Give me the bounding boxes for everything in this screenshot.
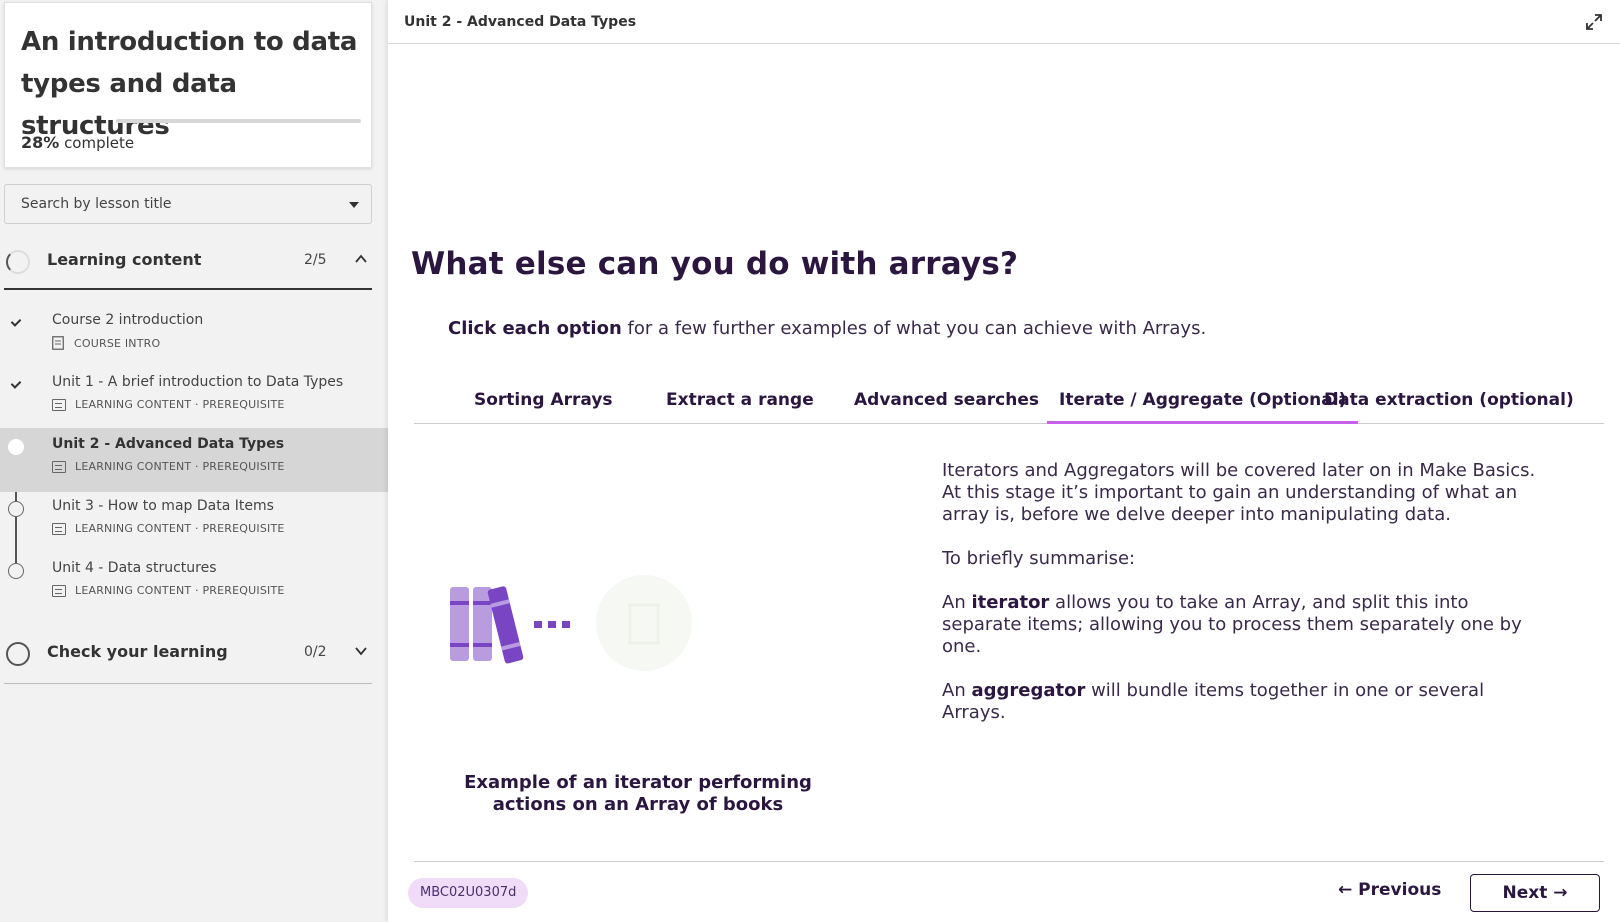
document-icon xyxy=(52,336,64,350)
tab-data-extraction[interactable]: Data extraction (optional) xyxy=(1324,390,1574,424)
tab-iterate-aggregate[interactable]: Iterate / Aggregate (Optional) xyxy=(1047,390,1359,424)
lesson-meta-text: LEARNING CONTENT · PREREQUISITE xyxy=(75,584,285,597)
check-icon xyxy=(8,377,24,393)
lesson-card-icon xyxy=(52,584,66,597)
list-circle-icon xyxy=(596,575,692,671)
lesson-meta: LEARNING CONTENT · PREREQUISITE xyxy=(52,398,285,411)
lesson-item-unit-2[interactable]: Unit 2 - Advanced Data Types LEARNING CO… xyxy=(0,428,388,492)
ellipsis-icon xyxy=(534,621,570,628)
tab-sorting-arrays[interactable]: Sorting Arrays xyxy=(474,390,613,424)
lesson-meta: LEARNING CONTENT · PREREQUISITE xyxy=(52,460,285,473)
section-check-your-learning[interactable]: Check your learning 0/2 xyxy=(4,630,372,684)
lesson-card-icon xyxy=(52,522,66,535)
progress-label: complete xyxy=(59,134,135,152)
tab-panel-iterate-aggregate: Iterators and Aggregators will be covere… xyxy=(942,460,1552,746)
chevron-down-icon[interactable] xyxy=(354,644,368,658)
progress-remaining xyxy=(116,119,361,123)
lesson-title: Unit 4 - Data structures xyxy=(52,560,217,576)
section-learning-content[interactable]: Learning content 2/5 xyxy=(4,238,372,290)
lesson-meta: LEARNING CONTENT · PREREQUISITE xyxy=(52,584,285,597)
section-progress-icon xyxy=(6,642,30,666)
not-started-icon xyxy=(8,501,24,517)
lesson-meta-text: LEARNING CONTENT · PREREQUISITE xyxy=(75,522,285,535)
lesson-title: Unit 3 - How to map Data Items xyxy=(52,498,274,514)
current-lesson-icon xyxy=(8,439,24,455)
chevron-up-icon[interactable] xyxy=(354,252,368,266)
tab-advanced-searches[interactable]: Advanced searches xyxy=(854,390,1039,424)
expand-icon[interactable] xyxy=(1584,12,1604,32)
lesson-search-dropdown[interactable]: Search by lesson title xyxy=(4,184,372,224)
page-title: What else can you do with arrays? xyxy=(411,246,1019,282)
lesson-card-icon xyxy=(52,460,66,473)
lesson-meta-text: LEARNING CONTENT · PREREQUISITE xyxy=(75,460,285,473)
progress-fill xyxy=(21,119,116,123)
lesson-title: Unit 2 - Advanced Data Types xyxy=(52,436,285,452)
next-button[interactable]: Next → xyxy=(1470,874,1600,912)
footer-divider xyxy=(414,861,1604,862)
lesson-header: Unit 2 - Advanced Data Types xyxy=(388,0,1620,44)
section-label: Check your learning xyxy=(47,642,228,661)
lesson-meta: COURSE INTRO xyxy=(52,336,160,350)
lesson-item-unit-1[interactable]: Unit 1 - A brief introduction to Data Ty… xyxy=(0,366,388,430)
text-span: An xyxy=(942,592,972,613)
caret-down-icon xyxy=(349,202,359,208)
lesson-item-course-intro[interactable]: Course 2 introduction COURSE INTRO xyxy=(0,304,388,368)
course-title: An introduction to data types and data s… xyxy=(21,27,358,141)
section-label: Learning content xyxy=(47,250,202,269)
intro-bold: Click each option xyxy=(448,318,622,339)
lesson-content: Unit 2 - Advanced Data Types What else c… xyxy=(388,0,1620,922)
option-tabs: Sorting Arrays Extract a range Advanced … xyxy=(414,384,1604,424)
intro-rest: for a few further examples of what you c… xyxy=(621,318,1207,339)
lesson-meta-text: LEARNING CONTENT · PREREQUISITE xyxy=(75,398,285,411)
tab-extract-range[interactable]: Extract a range xyxy=(666,390,814,424)
lesson-item-unit-4[interactable]: Unit 4 - Data structures LEARNING CONTEN… xyxy=(0,552,388,616)
lesson-card-icon xyxy=(52,398,66,411)
lesson-meta-text: COURSE INTRO xyxy=(74,336,161,350)
lesson-title: Unit 1 - A brief introduction to Data Ty… xyxy=(52,374,344,390)
section-count: 0/2 xyxy=(304,644,327,660)
progress-text: 28% complete xyxy=(21,133,134,152)
panel-paragraph: To briefly summarise: xyxy=(942,548,1136,569)
term-iterator: iterator xyxy=(971,592,1050,613)
term-aggregator: aggregator xyxy=(971,680,1086,701)
search-placeholder: Search by lesson title xyxy=(21,196,172,212)
panel-paragraph: An iterator allows you to take an Array,… xyxy=(942,592,1552,658)
books-iterator-illustration xyxy=(450,575,692,671)
intro-text: Click each option for a few further exam… xyxy=(448,318,1206,339)
course-progress-bar xyxy=(21,119,361,123)
breadcrumb: Unit 2 - Advanced Data Types xyxy=(404,14,637,30)
check-icon xyxy=(8,315,24,331)
panel-paragraph: Iterators and Aggregators will be covere… xyxy=(942,460,1536,525)
progress-percent: 28% xyxy=(21,133,60,152)
lesson-title: Course 2 introduction xyxy=(52,312,204,328)
books-icon xyxy=(450,586,524,664)
lesson-code-badge: MBC02U0307d xyxy=(408,878,529,908)
illustration-caption: Example of an iterator performing action… xyxy=(464,772,812,815)
section-count: 2/5 xyxy=(304,252,327,268)
not-started-icon xyxy=(8,563,24,579)
panel-paragraph: An aggregator will bundle items together… xyxy=(942,680,1552,724)
course-card: An introduction to data types and data s… xyxy=(4,2,372,168)
section-progress-icon xyxy=(6,250,30,274)
text-span: An xyxy=(942,680,972,701)
lesson-meta: LEARNING CONTENT · PREREQUISITE xyxy=(52,522,285,535)
course-sidebar: An introduction to data types and data s… xyxy=(0,0,388,922)
previous-button[interactable]: ← Previous xyxy=(1338,880,1441,900)
lesson-item-unit-3[interactable]: Unit 3 - How to map Data Items LEARNING … xyxy=(0,490,388,554)
